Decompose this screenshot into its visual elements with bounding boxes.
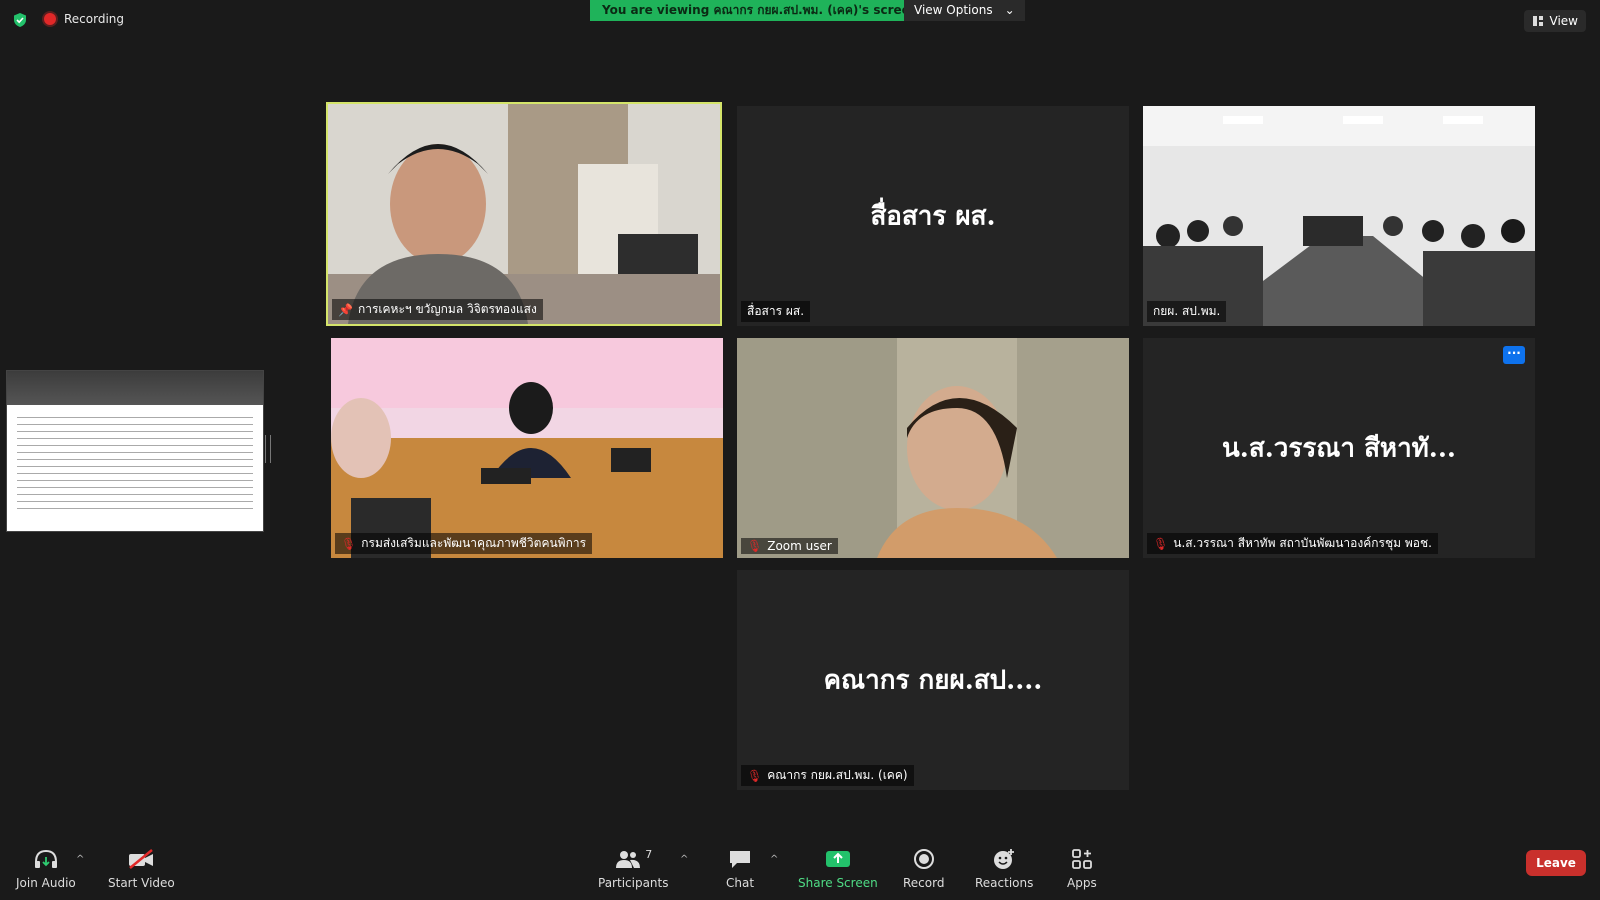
- reactions-icon: [994, 849, 1015, 869]
- recording-indicator[interactable]: Recording: [44, 12, 124, 26]
- video-tile-6[interactable]: ··· น.ส.วรรณา สีหาทั... 🎙 น.ส.วรรณา สีหา…: [1143, 338, 1535, 558]
- participant-name: คณากร กยผ.สป.พม. (เคค): [767, 768, 908, 782]
- chat-label: Chat: [726, 876, 755, 890]
- viewing-banner: You are viewing คณากร กยผ.สป.พม. (เคค)'s…: [590, 0, 931, 21]
- video-tile-3[interactable]: กยผ. สป.พม.: [1143, 106, 1535, 326]
- participant-name-tag: 📌 การเคหะฯ ขวัญกมล วิจิตรทองแสง: [332, 299, 543, 320]
- participant-video: [331, 338, 723, 558]
- participant-name-tag: 🎙 น.ส.วรรณา สีหาทัพ สถาบันพัฒนาองค์กรชุม…: [1147, 533, 1438, 554]
- view-options-button[interactable]: View Options ⌄: [904, 0, 1025, 21]
- join-audio-button[interactable]: Join Audio: [16, 848, 76, 890]
- reactions-label: Reactions: [975, 876, 1034, 890]
- participant-name-tag: สื่อสาร ผส.: [741, 301, 811, 322]
- muted-mic-icon: 🎙: [1153, 536, 1169, 551]
- participant-video: [1143, 106, 1535, 326]
- view-options-label: View Options: [914, 3, 993, 17]
- meeting-toolbar: Join Audio ^ Start Video 7 Participants …: [0, 844, 1600, 900]
- apps-label: Apps: [1067, 876, 1097, 890]
- top-bar: Recording You are viewing คณากร กยผ.สป.พ…: [0, 0, 1600, 40]
- leave-button[interactable]: Leave: [1526, 850, 1586, 876]
- participant-name-tag: 🎙 Zoom user: [741, 538, 838, 554]
- view-button[interactable]: View: [1523, 10, 1586, 32]
- share-screen-label: Share Screen: [798, 876, 878, 890]
- participants-button[interactable]: 7 Participants: [598, 848, 669, 890]
- participant-name: กรมส่งเสริมและพัฒนาคุณภาพชีวิตคนพิการ: [361, 536, 587, 550]
- join-audio-label: Join Audio: [16, 876, 76, 890]
- video-tile-2[interactable]: สื่อสาร ผส. สื่อสาร ผส.: [737, 106, 1129, 326]
- participant-video: [328, 104, 720, 324]
- participant-display-name: น.ส.วรรณา สีหาทั...: [1222, 433, 1456, 464]
- video-tile-5[interactable]: 🎙 Zoom user: [737, 338, 1129, 558]
- chevron-down-icon: ⌄: [1004, 3, 1015, 17]
- record-icon: [913, 849, 934, 869]
- video-tile-7[interactable]: คณากร กยผ.สป.... 🎙 คณากร กยผ.สป.พม. (เคค…: [737, 570, 1129, 790]
- chat-button[interactable]: Chat: [726, 848, 754, 890]
- chat-options-caret[interactable]: ^: [770, 854, 778, 865]
- participants-label: Participants: [598, 876, 669, 890]
- start-video-button[interactable]: Start Video: [108, 848, 175, 890]
- participant-video: [737, 338, 1129, 558]
- participant-name-tag: 🎙 คณากร กยผ.สป.พม. (เคค): [741, 765, 914, 786]
- recording-label: Recording: [64, 12, 125, 26]
- participant-name-tag: กยผ. สป.พม.: [1147, 301, 1227, 322]
- share-screen-button[interactable]: Share Screen: [798, 848, 878, 890]
- participant-name-tag: 🎙 กรมส่งเสริมและพัฒนาคุณภาพชีวิตคนพิการ: [335, 533, 593, 554]
- pin-icon: 📌: [338, 302, 353, 317]
- participants-options-caret[interactable]: ^: [680, 854, 688, 865]
- thumbnail-toolbar: [7, 371, 263, 405]
- participant-name: การเคหะฯ ขวัญกมล วิจิตรทองแสง: [357, 302, 537, 316]
- muted-mic-icon: 🎙: [747, 539, 763, 553]
- apps-button[interactable]: Apps: [1067, 848, 1097, 890]
- chat-icon: [730, 851, 751, 868]
- view-label: View: [1549, 14, 1578, 28]
- panel-resize-handle[interactable]: [265, 435, 271, 463]
- thumbnail-document: [17, 411, 253, 523]
- headphones-icon: [34, 849, 57, 868]
- participants-count: 7: [645, 848, 653, 861]
- security-shield-icon[interactable]: [12, 12, 28, 28]
- participant-display-name: สื่อสาร ผส.: [870, 201, 996, 232]
- participant-name: Zoom user: [767, 539, 832, 553]
- muted-mic-icon: 🎙: [747, 768, 763, 783]
- grid-view-icon: [1532, 16, 1543, 26]
- reactions-button[interactable]: Reactions: [975, 848, 1033, 890]
- audio-options-caret[interactable]: ^: [76, 854, 84, 865]
- apps-icon: [1071, 849, 1092, 869]
- start-video-label: Start Video: [108, 876, 175, 890]
- record-label: Record: [903, 876, 945, 890]
- muted-mic-icon: 🎙: [341, 536, 357, 551]
- participants-icon: [616, 851, 641, 868]
- share-screen-icon: [825, 851, 850, 867]
- video-off-icon: [129, 849, 154, 869]
- recording-dot-icon: [44, 13, 56, 25]
- video-tile-1[interactable]: 📌 การเคหะฯ ขวัญกมล วิจิตรทองแสง: [326, 102, 722, 326]
- participant-name: สื่อสาร ผส.: [747, 304, 805, 318]
- participant-name: น.ส.วรรณา สีหาทัพ สถาบันพัฒนาองค์กรชุม พ…: [1173, 536, 1432, 550]
- participant-display-name: คณากร กยผ.สป....: [823, 665, 1043, 696]
- participant-name: กยผ. สป.พม.: [1153, 304, 1221, 318]
- more-options-button[interactable]: ···: [1503, 346, 1525, 364]
- video-tile-4[interactable]: 🎙 กรมส่งเสริมและพัฒนาคุณภาพชีวิตคนพิการ: [331, 338, 723, 558]
- shared-screen-thumbnail[interactable]: [6, 370, 264, 532]
- record-button[interactable]: Record: [903, 848, 944, 890]
